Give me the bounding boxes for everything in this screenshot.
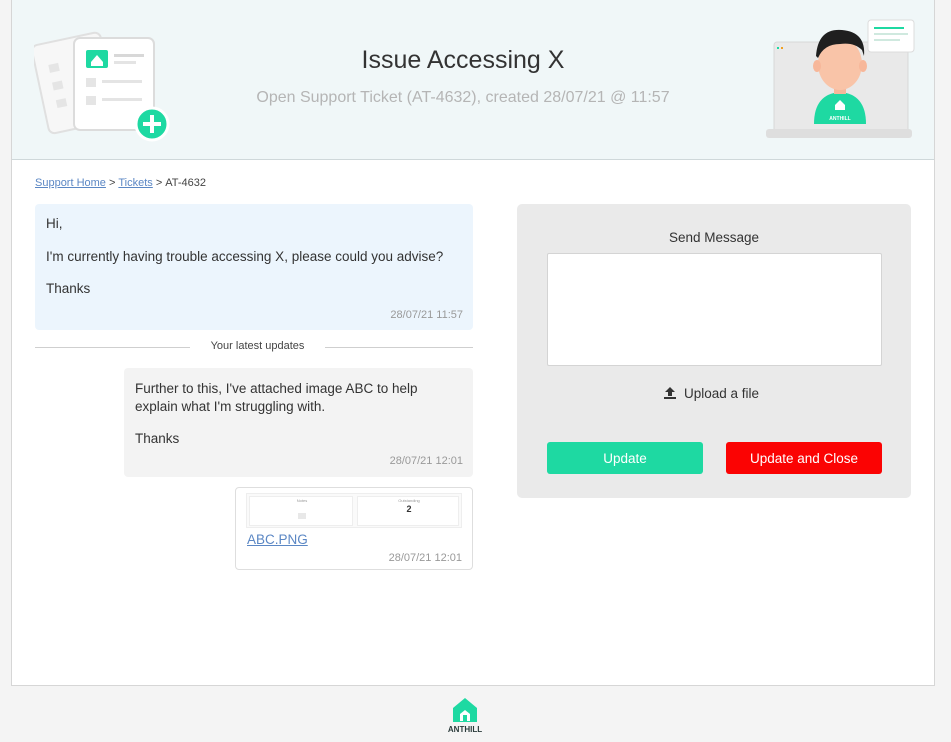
breadcrumb-current: AT-4632: [165, 177, 207, 189]
thumbnail-placeholder: [298, 513, 306, 519]
thumbnail-header: Notes: [296, 498, 308, 503]
thumbnail-cell: Notes: [249, 496, 353, 526]
divider-line: [325, 347, 473, 348]
message-timestamp: 28/07/21 11:57: [390, 309, 463, 321]
divider-line: [35, 347, 190, 348]
breadcrumb-separator: >: [155, 177, 163, 189]
attachment-card: Notes Outstanding 2 ABC.PNG 28/07/21 12:…: [235, 487, 473, 570]
message-line: Thanks: [46, 281, 91, 297]
footer-brand-text: ANTHILL: [448, 725, 482, 734]
message-line: I'm currently having trouble accessing X…: [46, 248, 444, 264]
divider-label: Your latest updates: [210, 340, 305, 352]
thumbnail-header: Outstanding: [398, 498, 420, 503]
breadcrumb: Support Home > Tickets > AT-4632: [35, 177, 206, 189]
attachment-thumbnail[interactable]: Notes Outstanding 2: [246, 493, 462, 528]
update-and-close-button[interactable]: Update and Close: [726, 442, 882, 474]
ticket-documents-illustration: [34, 31, 170, 142]
anthill-logo: ANTHILL: [448, 698, 482, 734]
breadcrumb-support-home[interactable]: Support Home: [35, 177, 106, 189]
original-message: Hi, I'm currently having trouble accessi…: [35, 204, 473, 330]
update-button[interactable]: Update: [547, 442, 703, 474]
message-textarea[interactable]: [547, 253, 882, 366]
breadcrumb-separator: >: [108, 177, 116, 189]
upload-icon: [664, 387, 676, 399]
send-message-panel: Send Message Upload a file Update Update…: [517, 204, 911, 498]
update-message: Further to this, I've attached image ABC…: [124, 368, 473, 477]
message-timestamp: 28/07/21 12:01: [389, 454, 463, 467]
message-line: Hi,: [46, 216, 63, 231]
upload-file-label: Upload a file: [684, 386, 760, 401]
upload-file-button[interactable]: Upload a file: [663, 386, 759, 401]
thumbnail-value: 2: [406, 504, 412, 514]
support-mascot-illustration: ANTHILL: [766, 19, 915, 138]
breadcrumb-tickets[interactable]: Tickets: [118, 177, 152, 189]
thumbnail-cell: Outstanding 2: [357, 496, 459, 526]
latest-updates-divider: Your latest updates: [35, 340, 473, 356]
message-line: Further to this, I've attached image ABC…: [135, 381, 418, 414]
page-card: Issue Accessing X Open Support Ticket (A…: [11, 0, 935, 686]
mascot-badge-text: ANTHILL: [829, 116, 850, 122]
send-message-title: Send Message: [668, 230, 760, 245]
message-line: Thanks: [135, 431, 180, 447]
attachment-link[interactable]: ABC.PNG: [247, 532, 308, 547]
ticket-header: Issue Accessing X Open Support Ticket (A…: [12, 0, 934, 160]
attachment-timestamp: 28/07/21 12:01: [388, 552, 462, 564]
